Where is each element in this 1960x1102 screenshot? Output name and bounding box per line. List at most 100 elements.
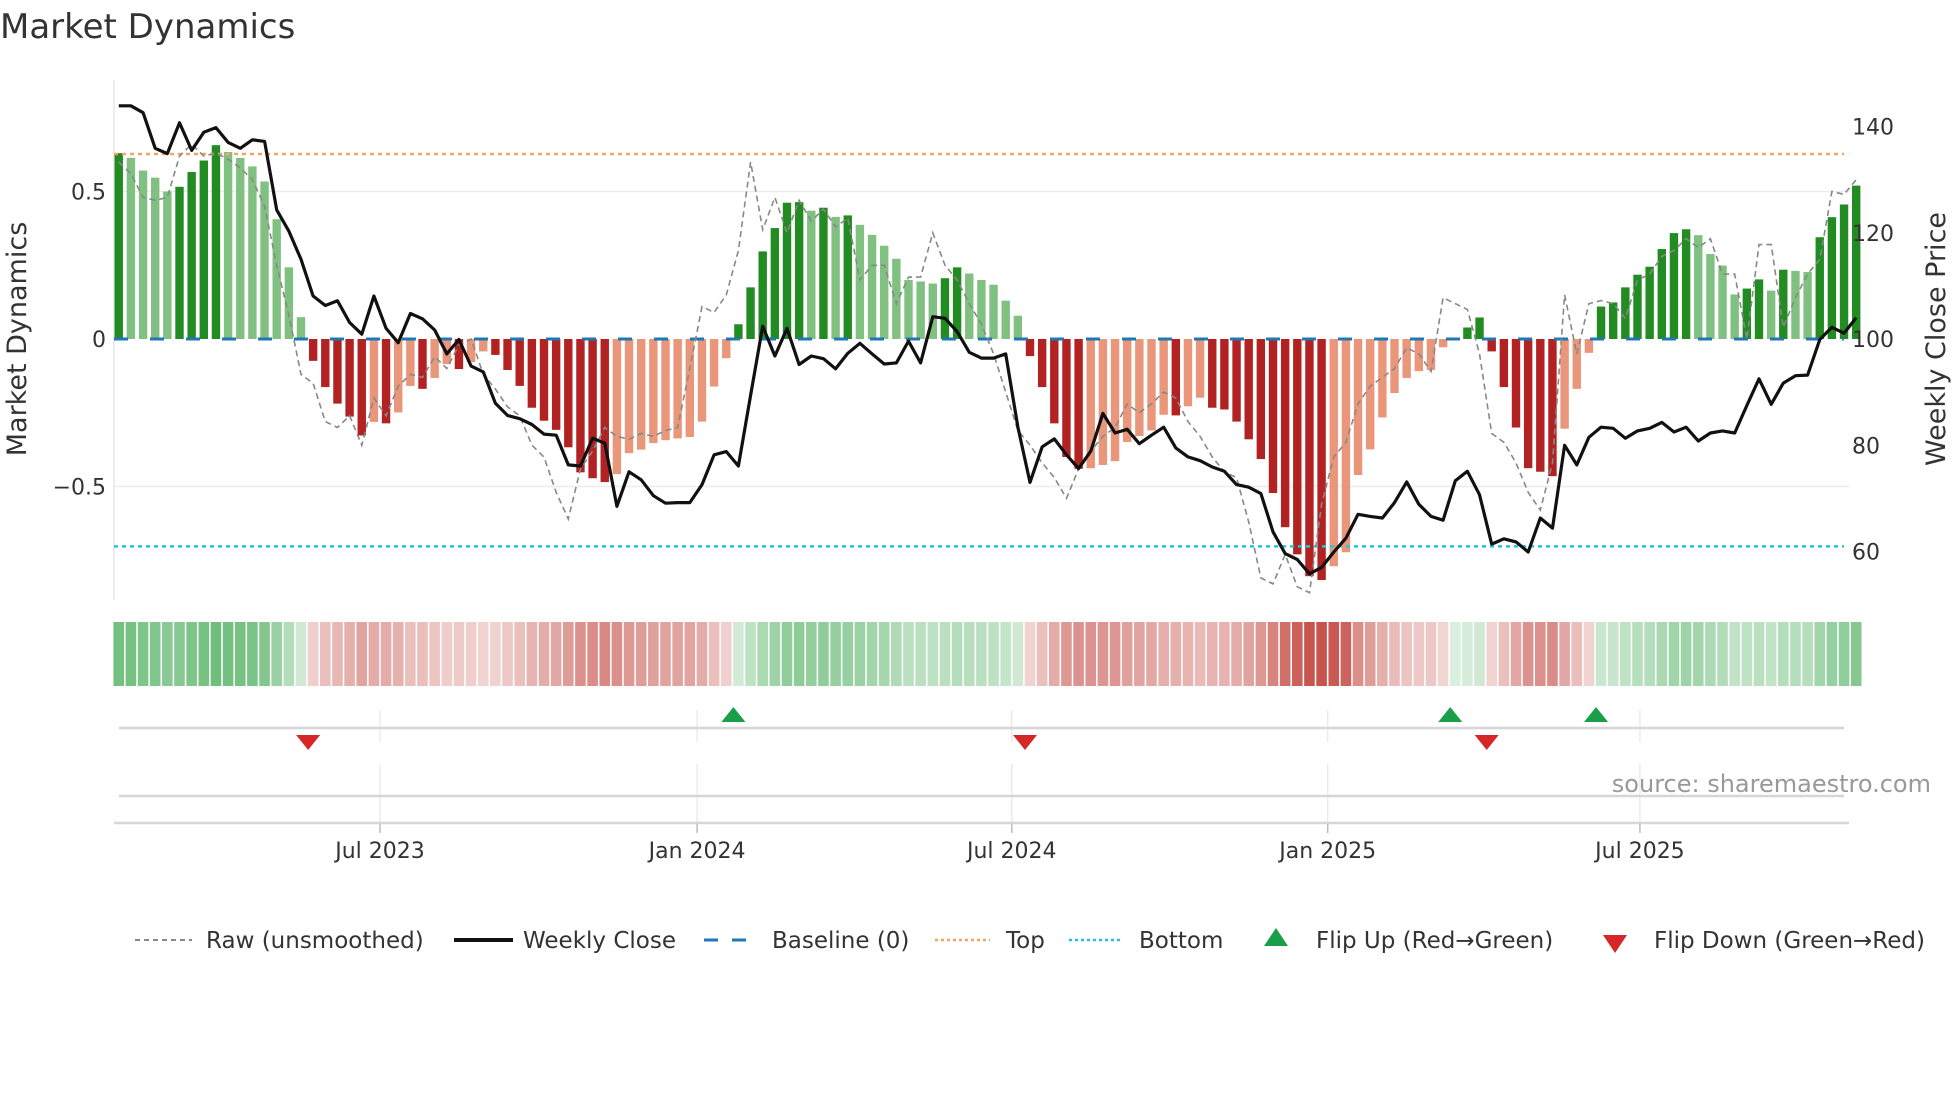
regime-cell	[1316, 622, 1327, 686]
legend-flip-up-label: Flip Up (Red→Green)	[1316, 928, 1553, 954]
regime-cell	[307, 622, 319, 686]
momentum-bar	[1596, 306, 1606, 339]
y-tick-label: 0.5	[71, 181, 106, 206]
regime-cell	[1486, 622, 1497, 686]
momentum-bar	[551, 339, 561, 430]
regime-cell	[1401, 622, 1412, 686]
regime-cell	[477, 622, 489, 686]
regime-cell	[1182, 622, 1194, 686]
regime-strip	[113, 622, 1862, 686]
legend-item-flip-up: Flip Up (Red→Green)	[1264, 928, 1553, 954]
momentum-bar	[248, 166, 257, 339]
momentum-bar	[418, 339, 427, 389]
regime-cell	[611, 622, 623, 686]
momentum-bar	[491, 339, 500, 355]
momentum-bar	[1633, 274, 1642, 339]
regime-cell	[587, 622, 598, 686]
momentum-bar	[1754, 279, 1764, 339]
regime-cell	[234, 622, 246, 686]
regime-cell	[1255, 622, 1267, 686]
momentum-bar	[649, 339, 658, 444]
momentum-bar	[892, 258, 901, 339]
momentum-bar	[564, 339, 573, 448]
regime-cell	[927, 622, 939, 686]
regime-cell	[502, 622, 513, 686]
left-axis-title: Market Dynamics	[2, 222, 33, 457]
momentum-bar	[1402, 339, 1411, 378]
regime-cell	[781, 622, 793, 686]
regime-cell	[1741, 622, 1753, 686]
regime-cell	[283, 622, 295, 686]
regime-cell	[1765, 622, 1777, 686]
regime-cell	[878, 622, 890, 686]
regime-cell	[1462, 622, 1473, 686]
regime-cell	[1340, 622, 1352, 686]
regime-cell	[332, 622, 343, 686]
y2-tick-label: 100	[1852, 328, 1894, 353]
regime-cell	[1717, 622, 1728, 686]
regime-cell	[1000, 622, 1011, 686]
momentum-bar	[236, 157, 245, 339]
momentum-bar	[940, 278, 950, 339]
y-tick-label: −0.5	[53, 476, 106, 501]
legend-item-raw: Raw (unsmoothed)	[135, 928, 424, 954]
regime-cell	[392, 622, 404, 686]
regime-cell	[563, 622, 574, 686]
regime-cell	[1206, 622, 1218, 686]
regime-cell	[745, 622, 756, 686]
x-tick-label: Jan 2024	[647, 839, 746, 864]
y2-tick-label: 140	[1852, 116, 1894, 141]
legend-item-flip-down: Flip Down (Green→Red)	[1603, 928, 1925, 954]
momentum-bar	[515, 339, 524, 386]
regime-cell	[1377, 622, 1388, 686]
momentum-bar	[697, 339, 707, 422]
regime-cell	[939, 622, 951, 686]
regime-cell	[1778, 622, 1789, 686]
regime-cell	[1267, 622, 1279, 686]
regime-cell	[1607, 622, 1619, 686]
regime-cell	[1158, 622, 1169, 686]
flip-down-marker	[1013, 735, 1037, 750]
momentum-bar	[1621, 287, 1630, 339]
momentum-bar	[1536, 339, 1545, 472]
momentum-bar	[1123, 339, 1132, 442]
momentum-bar	[867, 234, 877, 339]
regime-cell	[1814, 622, 1826, 686]
regime-cell	[174, 622, 185, 686]
momentum-bar	[1293, 339, 1302, 555]
momentum-bars	[114, 145, 1861, 581]
y-tick-label: 0	[92, 328, 106, 353]
regime-cell	[198, 622, 210, 686]
regime-cell	[1620, 622, 1631, 686]
regime-cell	[1668, 622, 1680, 686]
momentum-bar	[1341, 339, 1351, 553]
momentum-bar	[308, 339, 318, 361]
momentum-bar	[479, 339, 488, 352]
legend-item-baseline: Baseline (0)	[704, 928, 909, 954]
regime-cell	[623, 622, 635, 686]
regime-cell	[1231, 622, 1242, 686]
regime-cell	[113, 622, 125, 686]
right-axis-ticks: 140 120 100 80 60	[1852, 116, 1894, 566]
momentum-bar	[1098, 339, 1108, 465]
legend-item-top: Top	[935, 928, 1045, 954]
regime-cell	[441, 622, 453, 686]
regime-cell	[1729, 622, 1740, 686]
legend: Raw (unsmoothed) Weekly Close Baseline (…	[135, 928, 1925, 954]
regime-cell	[575, 622, 586, 686]
regime-cell	[271, 622, 282, 686]
regime-cell	[672, 622, 683, 686]
momentum-bar	[1523, 339, 1533, 469]
momentum-bar	[916, 281, 925, 339]
regime-cell	[599, 622, 611, 686]
flip-up-marker	[721, 707, 746, 722]
momentum-bar	[1232, 339, 1241, 422]
flip-down-triangle-icon	[1603, 935, 1627, 953]
regime-cell	[708, 622, 720, 686]
momentum-bar	[223, 151, 233, 339]
legend-item-bottom: Bottom	[1069, 928, 1223, 954]
momentum-bar	[369, 339, 379, 422]
regime-cell	[380, 622, 392, 686]
regime-cell	[344, 622, 355, 686]
momentum-bar	[381, 339, 391, 424]
